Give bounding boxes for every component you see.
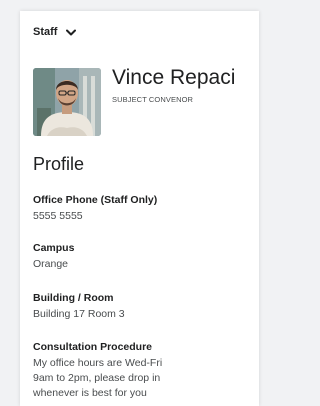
staff-dropdown[interactable]: Staff (33, 26, 77, 38)
field-value: Building 17 Room 3 (33, 308, 125, 320)
staff-profile-card: Staff Vince Repaci SUBJECT CONVENOR Prof… (20, 11, 259, 406)
field-value: 5555 5555 (33, 210, 83, 222)
field-value: My office hours are Wed-Fri 9am to 2pm, … (33, 357, 163, 399)
profile-name: Vince Repaci (112, 66, 236, 89)
field-building-room: Building / Room Building 17 Room 3 (33, 291, 248, 322)
profile-role: SUBJECT CONVENOR (112, 95, 194, 104)
field-label: Consultation Procedure (33, 341, 153, 353)
field-campus: Campus Orange (33, 241, 248, 272)
avatar (33, 68, 101, 136)
chevron-down-icon (66, 29, 77, 35)
field-consultation-procedure: Consultation Procedure My office hours a… (33, 340, 248, 401)
field-label: Building / Room (33, 292, 114, 304)
field-office-phone: Office Phone (Staff Only) 5555 5555 (33, 193, 248, 224)
field-label: Office Phone (Staff Only) (33, 194, 158, 206)
profile-heading: Profile (33, 154, 85, 174)
field-value: Orange (33, 258, 69, 270)
staff-dropdown-label: Staff (33, 26, 58, 38)
field-label: Campus (33, 242, 75, 254)
